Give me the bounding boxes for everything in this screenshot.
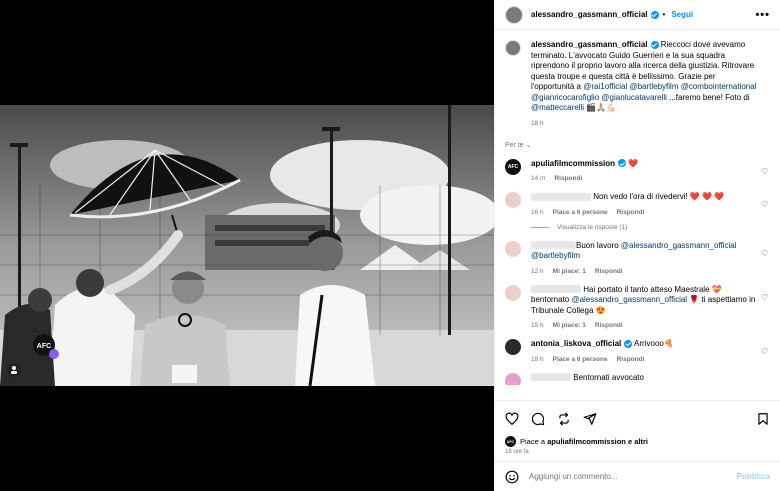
- comment-text: Arrivooo🍕: [632, 339, 674, 348]
- verified-icon: [650, 10, 659, 19]
- post-timestamp[interactable]: 18 ore fa: [495, 447, 780, 461]
- repost-icon[interactable]: [557, 412, 571, 426]
- view-replies-button[interactable]: Visualizza le risposte (1): [531, 224, 770, 231]
- comments-scroll[interactable]: alessandro_gassmann_official Rieccoci do…: [495, 30, 780, 400]
- add-comment-bar: Pubblica: [495, 461, 780, 491]
- redacted-username[interactable]: [531, 192, 591, 201]
- comment-item: AFC apuliafilmcommission ❤️ 14 m Rispondi…: [505, 158, 770, 182]
- liker-avatar[interactable]: AFC: [505, 436, 516, 447]
- reply-button[interactable]: Rispondi: [595, 322, 623, 329]
- more-options-icon[interactable]: •••: [755, 9, 770, 21]
- caption-username[interactable]: alessandro_gassmann_official: [531, 40, 648, 49]
- comment-avatar[interactable]: [505, 339, 521, 355]
- like-comment-icon[interactable]: ♡: [761, 347, 768, 356]
- likes-prefix: Piace a: [520, 437, 548, 446]
- comment-avatar[interactable]: [505, 192, 521, 208]
- like-comment-icon[interactable]: ♡: [761, 167, 768, 176]
- comment-avatar[interactable]: AFC: [505, 158, 521, 175]
- comment-input[interactable]: [529, 472, 737, 481]
- mention-link[interactable]: @gianricocarofiglio: [531, 93, 599, 102]
- comment-likes[interactable]: Piace a 6 persone: [553, 356, 608, 363]
- likes-others[interactable]: e altri: [626, 437, 648, 446]
- mention-link[interactable]: @alessandro_gassmann_official: [571, 295, 687, 304]
- mention-link[interactable]: @matteccarelli: [531, 103, 584, 112]
- comment-time[interactable]: 18 h: [531, 356, 544, 363]
- comment-text: ❤️: [626, 158, 639, 168]
- comment-avatar[interactable]: [505, 372, 521, 385]
- publish-button[interactable]: Pubblica: [737, 472, 770, 481]
- author-avatar[interactable]: [505, 5, 523, 24]
- redacted-username[interactable]: [531, 373, 571, 382]
- like-comment-icon[interactable]: ♡: [761, 293, 768, 302]
- comment-bubble-icon[interactable]: [531, 412, 545, 426]
- reply-button[interactable]: Rispondi: [617, 356, 645, 363]
- comment-likes[interactable]: Mi piace: 1: [553, 322, 586, 329]
- post-photo[interactable]: AFC: [0, 105, 494, 386]
- comment-username[interactable]: apuliafilmcommission: [531, 159, 615, 168]
- post-sidebar: alessandro_gassmann_official • Segui •••…: [494, 0, 780, 491]
- comment-likes[interactable]: Mi piace: 1: [553, 268, 586, 275]
- share-send-icon[interactable]: [583, 412, 597, 426]
- caption: alessandro_gassmann_official Rieccoci do…: [505, 40, 770, 127]
- reply-button[interactable]: Rispondi: [595, 268, 623, 275]
- like-comment-icon[interactable]: ♡: [761, 249, 768, 258]
- redacted-username[interactable]: [531, 241, 576, 250]
- reply-button[interactable]: Rispondi: [617, 209, 645, 216]
- comment-item: Hai portato il tanto atteso Maestrale 💝 …: [505, 284, 770, 329]
- follow-button[interactable]: Segui: [671, 10, 693, 19]
- afc-watermark-text: AFC: [37, 343, 51, 350]
- emoji-icon[interactable]: [505, 470, 519, 484]
- mention-link[interactable]: @rai1official: [583, 82, 627, 91]
- comment-item: Buon lavoro @alessandro_gassmann_officia…: [505, 240, 770, 275]
- media-pane: AFC: [0, 0, 494, 491]
- comment-text: Non vedo l'ora di rivedervi! ❤️ ❤️ ❤️: [593, 192, 725, 201]
- comment-avatar[interactable]: [505, 240, 521, 257]
- post-header: alessandro_gassmann_official • Segui •••: [495, 0, 780, 30]
- like-comment-icon[interactable]: ♡: [761, 200, 768, 209]
- comment-time[interactable]: 12 h: [531, 268, 544, 275]
- mention-link[interactable]: @bartlebyfilm: [629, 82, 678, 91]
- separator-dot: •: [662, 10, 666, 19]
- verified-icon: [650, 40, 659, 49]
- reply-button[interactable]: Rispondi: [554, 175, 582, 182]
- mention-link[interactable]: @alessandro_gassmann_official: [621, 241, 737, 250]
- film-set-photo: AFC: [0, 105, 494, 386]
- comment-item: Non vedo l'ora di rivedervi! ❤️ ❤️ ❤️ 16…: [505, 192, 770, 216]
- caption-text-2: ...faremo bene! Foto di: [666, 92, 750, 102]
- mention-link[interactable]: @combointernational: [681, 82, 757, 91]
- caption-time[interactable]: 18 h: [531, 120, 544, 127]
- likes-summary: AFC Piace a apuliafilmcommission e altri: [495, 436, 780, 447]
- comment-likes[interactable]: Piace a 6 persone: [553, 209, 608, 216]
- caption-avatar[interactable]: [505, 40, 521, 56]
- comment-username[interactable]: antonia_liskova_official: [531, 339, 621, 348]
- comment-avatar[interactable]: [505, 284, 521, 301]
- verified-icon: [618, 159, 627, 168]
- author-username[interactable]: alessandro_gassmann_official: [531, 10, 648, 19]
- comment-text: Buon lavoro: [576, 240, 621, 250]
- mention-link[interactable]: @bartlebyfilm: [531, 251, 580, 260]
- comment-item: antonia_liskova_official Arrivooo🍕 18 h P…: [505, 339, 770, 363]
- like-heart-icon[interactable]: [505, 412, 519, 426]
- mention-link[interactable]: @gianlucatavarelli: [601, 93, 667, 102]
- comment-time[interactable]: 15 h: [531, 322, 544, 329]
- liker-username[interactable]: apuliafilmcommission: [547, 437, 626, 446]
- caption-emoji: 🎬🙏🏼💪🏻: [584, 103, 617, 112]
- comment-time[interactable]: 14 m: [531, 175, 545, 182]
- sort-dropdown[interactable]: Per te ⌄: [505, 141, 770, 149]
- comment-text: Bentornati avvocato: [573, 372, 644, 382]
- redacted-username[interactable]: [531, 285, 581, 294]
- comment-item: Bentornati avvocato: [505, 372, 770, 385]
- instagram-post-modal: AFC alessandro_gassmann_official • Segui…: [0, 0, 780, 491]
- action-bar: [495, 400, 780, 436]
- comment-time[interactable]: 16 h: [531, 209, 544, 216]
- bookmark-icon[interactable]: [756, 412, 770, 426]
